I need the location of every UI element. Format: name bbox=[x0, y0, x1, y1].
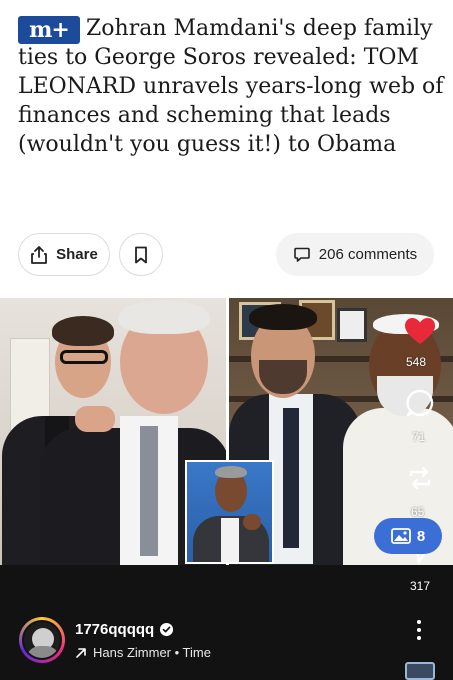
music-label: Hans Zimmer • Time bbox=[93, 645, 211, 660]
music-line[interactable]: Hans Zimmer • Time bbox=[75, 645, 211, 660]
music-thumbnail[interactable] bbox=[405, 662, 435, 680]
brand-logo-text: m+ bbox=[29, 17, 70, 43]
bookmark-button[interactable] bbox=[119, 233, 163, 276]
avatar[interactable] bbox=[22, 620, 62, 660]
music-arrow-icon bbox=[76, 647, 86, 658]
likes-count: 548 bbox=[406, 355, 427, 369]
reposts-count: 65 bbox=[411, 505, 425, 519]
share-label: Share bbox=[56, 246, 98, 263]
inset-photo bbox=[185, 460, 274, 564]
gallery-icon bbox=[390, 528, 411, 544]
comment-icon[interactable] bbox=[405, 388, 435, 418]
brand-logo: m+ bbox=[18, 16, 80, 44]
comments-button[interactable]: 206 comments bbox=[276, 233, 434, 276]
shares-count: 317 bbox=[410, 579, 431, 593]
bookmark-icon bbox=[135, 246, 147, 263]
username[interactable]: 1776qqqqq bbox=[75, 621, 174, 638]
comments-count: 206 comments bbox=[318, 246, 418, 263]
gallery-button[interactable]: 8 bbox=[374, 518, 442, 554]
share-icon bbox=[31, 245, 48, 264]
share-button[interactable]: Share bbox=[18, 233, 110, 276]
username-text: 1776qqqqq bbox=[75, 621, 155, 638]
comment-bubble-icon bbox=[293, 247, 310, 262]
more-icon[interactable] bbox=[412, 618, 426, 642]
post-footer: 317 1776qqqqq Hans Zimmer • Time bbox=[0, 565, 453, 680]
article-header: Zohran Mamdani's deep family ties to Geo… bbox=[0, 0, 453, 298]
repost-icon[interactable] bbox=[405, 463, 435, 493]
comments-reaction-count: 71 bbox=[412, 430, 426, 444]
heart-icon[interactable] bbox=[403, 316, 437, 346]
gallery-count: 8 bbox=[416, 527, 426, 545]
article-headline[interactable]: Zohran Mamdani's deep family ties to Geo… bbox=[18, 14, 444, 159]
verified-icon bbox=[160, 622, 174, 637]
